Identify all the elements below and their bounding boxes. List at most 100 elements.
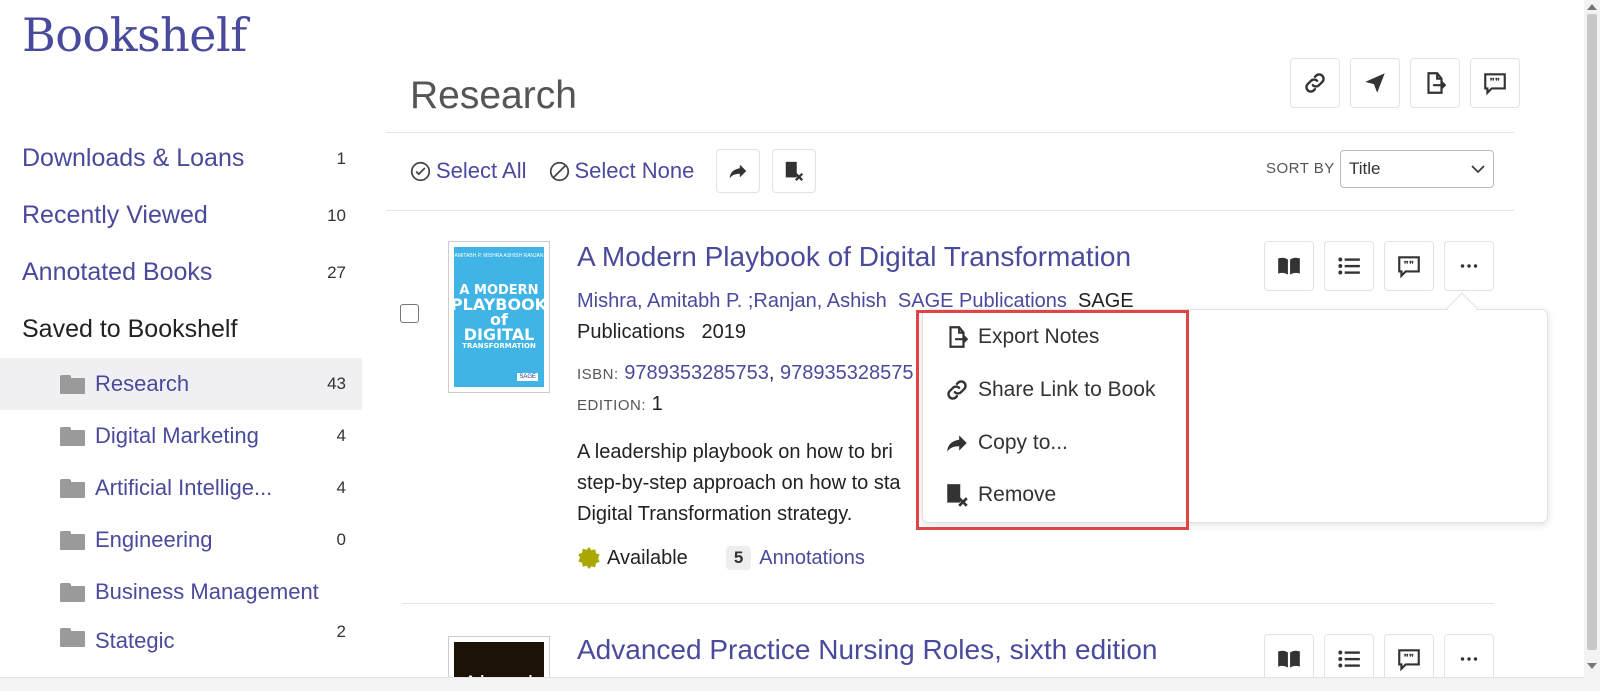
list-icon: [1338, 650, 1360, 668]
folder-count: 4: [336, 426, 346, 445]
list-icon: [1338, 257, 1360, 275]
publication-year: 2019: [701, 321, 747, 343]
notes-button[interactable]: ❞❞: [1384, 241, 1434, 291]
folder-icon: [60, 628, 85, 647]
menu-highlight-box: [916, 310, 1189, 530]
slash-circle-icon: [549, 161, 569, 181]
cover-title-line: of DIGITAL: [463, 309, 535, 344]
folder-label: Artificial Intellige...: [95, 475, 273, 500]
remove-button[interactable]: [772, 149, 817, 193]
folder-stategic[interactable]: Stategic 2: [0, 618, 362, 676]
selection-toolbar: Select All Select None: [410, 148, 828, 194]
cover-authors: AMITABH P. MISHRA ASHISH RANJAN: [454, 253, 544, 259]
app-title: Bookshelf: [22, 8, 247, 62]
more-icon: [1460, 657, 1478, 661]
author-link[interactable]: Mishra, Amitabh P. ;Ranjan, Ashish: [577, 290, 887, 312]
table-of-contents-button[interactable]: [1324, 241, 1374, 291]
more-options-button[interactable]: [1444, 241, 1494, 291]
send-button[interactable]: [1350, 58, 1400, 108]
sidebar-item-count: 27: [327, 262, 346, 282]
edition-label: EDITION:: [577, 397, 647, 414]
isbn-link[interactable]: 978935328575: [780, 362, 913, 384]
folder-research[interactable]: Research 43: [0, 358, 362, 410]
sidebar-item-recently-viewed[interactable]: Recently Viewed 10: [0, 187, 362, 244]
folder-label: Stategic: [95, 628, 175, 653]
folder-icon: [60, 478, 85, 498]
folder-business-management[interactable]: Business Management: [0, 566, 362, 618]
read-book-button[interactable]: [1264, 241, 1314, 291]
available-badge-icon: [578, 547, 600, 569]
isbn-link[interactable]: 9789353285753: [624, 362, 769, 384]
folder-label: Digital Marketing: [95, 423, 259, 448]
svg-text:❞❞: ❞❞: [1404, 653, 1415, 664]
sidebar-item-downloads-loans[interactable]: Downloads & Loans 1: [0, 130, 362, 187]
check-circle-icon: [410, 161, 431, 181]
folder-count: 2: [336, 622, 346, 641]
sidebar-item-label: Recently Viewed: [22, 201, 208, 229]
send-icon: [1365, 73, 1385, 93]
open-book-icon: [1278, 650, 1300, 668]
share-arrow-icon: [730, 164, 747, 179]
folder-count: 43: [327, 374, 346, 393]
scroll-up-icon[interactable]: [1587, 4, 1597, 10]
folder-artificial-intelligence[interactable]: Artificial Intellige... 4: [0, 462, 362, 514]
edition-row: EDITION: 1: [577, 393, 663, 416]
sidebar-item-count: 1: [336, 148, 346, 168]
folder-digital-marketing[interactable]: Digital Marketing 4: [0, 410, 362, 462]
copy-link-button[interactable]: [1290, 58, 1340, 108]
chevron-down-icon: [1471, 165, 1485, 174]
sidebar-item-annotated-books[interactable]: Annotated Books 27: [0, 244, 362, 301]
edition-value: 1: [651, 393, 663, 415]
isbn-separator: ,: [768, 362, 775, 384]
divider: [402, 603, 1494, 604]
book-cover[interactable]: AMITABH P. MISHRA ASHISH RANJAN A MODERN…: [448, 241, 550, 393]
comment-icon: ❞❞: [1398, 649, 1420, 672]
divider: [386, 210, 1514, 211]
scroll-thumb[interactable]: [1587, 14, 1597, 650]
remove-book-icon: [786, 161, 804, 181]
select-none-label: Select None: [574, 158, 695, 183]
top-actions: ❞❞: [1290, 58, 1520, 108]
folder-engineering[interactable]: Engineering 0: [0, 514, 362, 566]
folder-count: 4: [336, 478, 346, 497]
book-status: Available 5 Annotations: [577, 546, 865, 570]
cover-publisher: SAGE: [517, 373, 538, 381]
link-icon: [1305, 73, 1325, 93]
book-title-link[interactable]: Advanced Practice Nursing Roles, sixth e…: [577, 634, 1158, 666]
isbn-row: ISBN: 9789353285753, 978935328575: [577, 362, 913, 385]
comment-button[interactable]: ❞❞: [1470, 58, 1520, 108]
select-all-label: Select All: [436, 158, 527, 183]
folder-icon: [60, 582, 85, 602]
sidebar-item-label: Annotated Books: [22, 258, 213, 286]
folder-icon: [60, 374, 85, 394]
folder-label: Business Management: [95, 579, 319, 604]
folder-label: Research: [95, 371, 190, 396]
comment-icon: ❞❞: [1484, 73, 1506, 96]
vertical-scrollbar[interactable]: [1584, 0, 1600, 691]
saved-to-bookshelf-heading: Saved to Bookshelf: [22, 315, 238, 343]
select-none-button[interactable]: Select None: [549, 158, 695, 184]
sort-select[interactable]: Title: [1340, 150, 1494, 188]
sidebar-item-label: Downloads & Loans: [22, 144, 245, 172]
folder-count: 0: [336, 530, 346, 549]
copy-to-button[interactable]: [716, 149, 761, 193]
sidebar: Downloads & Loans 1 Recently Viewed 10 A…: [0, 130, 362, 676]
horizontal-scrollbar[interactable]: [0, 677, 1584, 691]
comment-icon: ❞❞: [1398, 256, 1420, 279]
sort-by-label: SORT BY: [1266, 160, 1335, 177]
folder-icon: [60, 426, 85, 446]
more-icon: [1460, 264, 1478, 268]
open-book-icon: [1278, 257, 1300, 275]
scroll-down-icon[interactable]: [1587, 663, 1597, 669]
isbn-label: ISBN:: [577, 366, 619, 383]
annotation-count-badge: 5: [725, 546, 752, 570]
export-icon: [1427, 72, 1447, 94]
book-title-link[interactable]: A Modern Playbook of Digital Transformat…: [577, 241, 1131, 273]
export-button[interactable]: [1410, 58, 1460, 108]
folder-icon: [60, 530, 85, 550]
select-all-button[interactable]: Select All: [410, 158, 527, 184]
book-checkbox[interactable]: [400, 304, 419, 323]
annotations-link[interactable]: Annotations: [759, 547, 865, 570]
sort-value: Title: [1349, 159, 1381, 178]
sidebar-item-count: 10: [327, 205, 346, 225]
